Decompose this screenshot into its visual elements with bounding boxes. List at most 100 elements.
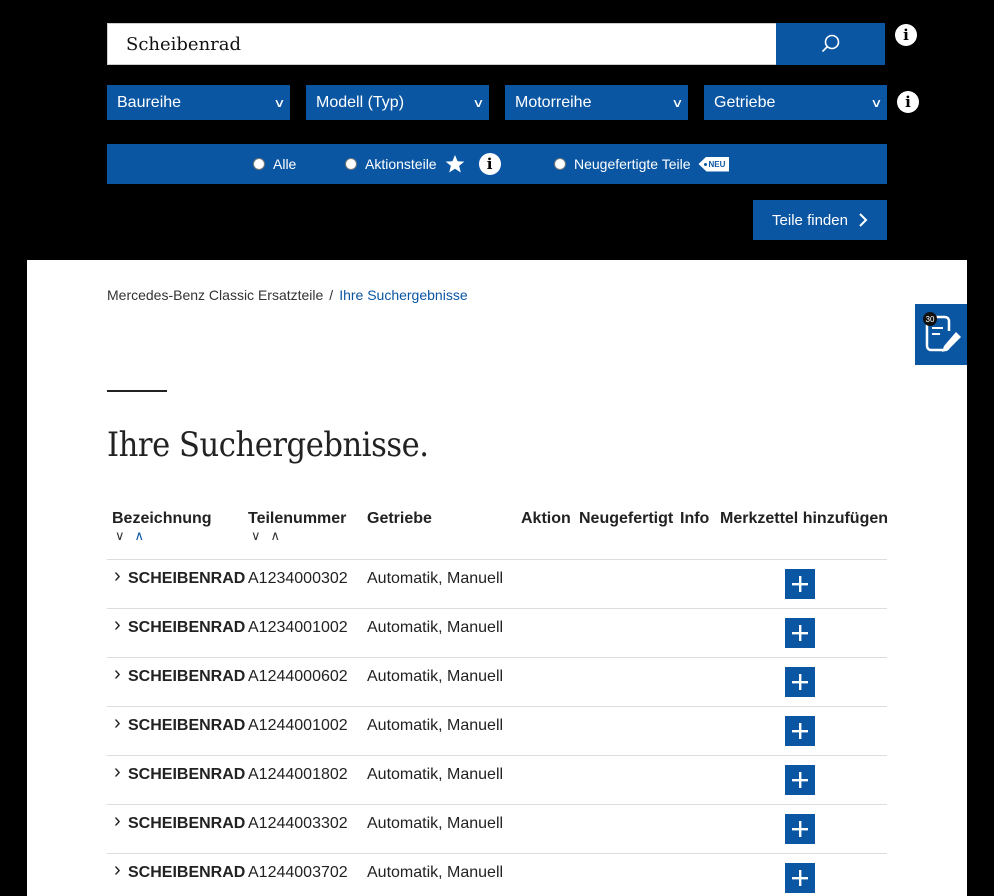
row-getriebe: Automatik, Manuell — [367, 766, 504, 783]
select-modell-label: Modell (Typ) — [316, 93, 405, 111]
expand-row-chevron-icon[interactable]: › — [114, 565, 121, 588]
add-to-notepad-button[interactable] — [785, 618, 815, 648]
header-info: Info — [680, 510, 710, 527]
row-teilenummer: A1244003302 — [248, 815, 348, 832]
row-getriebe: Automatik, Manuell — [367, 668, 504, 685]
sort-desc-icon[interactable]: ∨ — [115, 528, 135, 543]
row-divider — [107, 804, 887, 805]
sort-teilenummer[interactable]: ∨∧ — [251, 528, 290, 544]
radio-aktionsteile-label: Aktionsteile — [365, 156, 437, 172]
header-neugefertigt: Neugefertigt — [579, 510, 674, 527]
breadcrumb-current[interactable]: Ihre Suchergebnisse — [339, 287, 467, 303]
star-icon — [445, 155, 464, 173]
row-getriebe: Automatik, Manuell — [367, 864, 504, 881]
row-bezeichnung[interactable]: SCHEIBENRAD — [128, 717, 245, 735]
row-bezeichnung[interactable]: SCHEIBENRAD — [128, 766, 245, 784]
header-teilenummer[interactable]: Teilenummer — [248, 510, 346, 528]
notepad-pencil-icon — [925, 315, 961, 352]
header-getriebe: Getriebe — [367, 510, 432, 527]
title-divider — [107, 390, 167, 392]
row-getriebe: Automatik, Manuell — [367, 619, 504, 636]
add-to-notepad-button[interactable] — [785, 569, 815, 599]
radio-circle[interactable] — [554, 158, 566, 170]
row-teilenummer: A1244001002 — [248, 717, 348, 734]
header-bezeichnung[interactable]: Bezeichnung — [112, 510, 212, 528]
find-parts-button[interactable]: Teile finden — [753, 200, 887, 240]
radio-alle-label: Alle — [273, 156, 297, 172]
breadcrumb-separator: / — [329, 287, 334, 303]
add-to-notepad-button[interactable] — [785, 863, 815, 893]
sort-asc-icon[interactable]: ∧ — [271, 528, 291, 543]
search-button[interactable] — [776, 23, 885, 65]
row-bezeichnung[interactable]: SCHEIBENRAD — [128, 668, 245, 686]
select-motorreihe-label: Motorreihe — [515, 93, 592, 111]
search-info-icon[interactable]: i — [895, 24, 917, 46]
add-to-notepad-button[interactable] — [785, 765, 815, 795]
radio-neugefertigte-label: Neugefertigte Teile — [574, 156, 691, 172]
row-teilenummer: A1234001002 — [248, 619, 348, 636]
radio-circle[interactable] — [345, 158, 357, 170]
row-teilenummer: A1244000602 — [248, 668, 348, 685]
row-divider — [107, 853, 887, 854]
sort-bezeichnung[interactable]: ∨∧ — [115, 528, 154, 544]
plus-icon — [792, 870, 808, 886]
select-baureihe-label: Baureihe — [117, 93, 182, 111]
notepad-count-badge: 30 — [923, 312, 937, 326]
find-parts-label: Teile finden — [772, 211, 848, 229]
row-divider — [107, 706, 887, 707]
select-modell[interactable]: Modell (Typ) ∨ — [306, 85, 489, 120]
row-bezeichnung[interactable]: SCHEIBENRAD — [128, 815, 245, 833]
row-bezeichnung[interactable]: SCHEIBENRAD — [128, 619, 245, 637]
row-divider — [107, 559, 887, 560]
expand-row-chevron-icon[interactable]: › — [114, 810, 121, 833]
search-icon — [821, 34, 839, 53]
breadcrumb: Mercedes-Benz Classic Ersatzteile / Ihre S… — [107, 287, 468, 303]
expand-row-chevron-icon[interactable]: › — [114, 614, 121, 637]
row-bezeichnung[interactable]: SCHEIBENRAD — [128, 570, 245, 588]
expand-row-chevron-icon[interactable]: › — [114, 712, 121, 735]
chevron-down-icon: ∨ — [472, 95, 485, 110]
radio-circle[interactable] — [253, 158, 265, 170]
expand-row-chevron-icon[interactable]: › — [114, 761, 121, 784]
filter-info-icon[interactable]: i — [897, 91, 919, 113]
part-type-radio-group: Alle Aktionsteile i Neugefertigte Teile … — [107, 144, 887, 184]
expand-row-chevron-icon[interactable]: › — [114, 859, 121, 882]
sort-desc-icon[interactable]: ∨ — [251, 528, 271, 543]
add-to-notepad-button[interactable] — [785, 716, 815, 746]
chevron-down-icon: ∨ — [671, 95, 684, 110]
page-title: Ihre Suchergebnisse. — [107, 425, 429, 465]
sort-asc-icon[interactable]: ∧ — [135, 528, 155, 543]
row-divider — [107, 608, 887, 609]
plus-icon — [792, 821, 808, 837]
header-merkzettel: Merkzettel hinzufügen — [720, 510, 889, 527]
breadcrumb-root-link[interactable]: Mercedes-Benz Classic Ersatzteile — [107, 287, 323, 303]
radio-alle[interactable]: Alle — [253, 144, 296, 184]
plus-icon — [792, 674, 808, 690]
expand-row-chevron-icon[interactable]: › — [114, 663, 121, 686]
notepad-button[interactable]: 30 — [915, 304, 967, 365]
results-panel: Mercedes-Benz Classic Ersatzteile / Ihre S… — [27, 260, 967, 896]
row-divider — [107, 755, 887, 756]
chevron-right-icon — [859, 213, 868, 227]
radio-neugefertigte[interactable]: Neugefertigte Teile NEU — [554, 144, 730, 184]
plus-icon — [792, 723, 808, 739]
chevron-down-icon: ∨ — [870, 95, 883, 110]
row-divider — [107, 657, 887, 658]
add-to-notepad-button[interactable] — [785, 667, 815, 697]
plus-icon — [792, 772, 808, 788]
plus-icon — [792, 576, 808, 592]
aktionsteile-info-icon[interactable]: i — [478, 153, 501, 175]
neu-badge-icon: NEU — [698, 156, 730, 172]
select-getriebe-label: Getriebe — [714, 93, 776, 111]
search-input-value: Scheibenrad — [126, 33, 242, 55]
search-input[interactable]: Scheibenrad — [107, 23, 777, 65]
add-to-notepad-button[interactable] — [785, 814, 815, 844]
select-motorreihe[interactable]: Motorreihe ∨ — [505, 85, 688, 120]
row-teilenummer: A1234000302 — [248, 570, 348, 587]
select-baureihe[interactable]: Baureihe ∨ — [107, 85, 290, 120]
row-getriebe: Automatik, Manuell — [367, 815, 504, 832]
row-bezeichnung[interactable]: SCHEIBENRAD — [128, 864, 245, 882]
row-teilenummer: A1244001802 — [248, 766, 348, 783]
radio-aktionsteile[interactable]: Aktionsteile i — [345, 144, 501, 184]
select-getriebe[interactable]: Getriebe ∨ — [704, 85, 887, 120]
